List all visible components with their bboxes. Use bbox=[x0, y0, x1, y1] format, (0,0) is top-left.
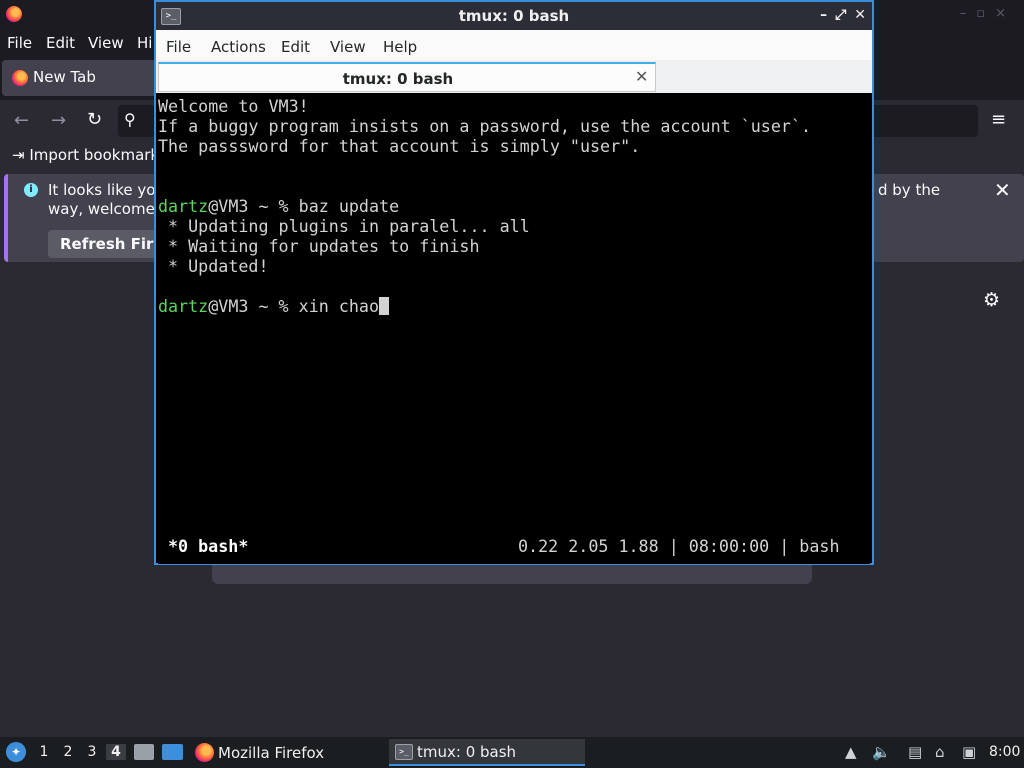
workspace-3[interactable]: 3 bbox=[82, 744, 102, 760]
firefox-logo-icon bbox=[6, 6, 22, 22]
taskbar-terminal-label: tmux: 0 bash bbox=[417, 743, 517, 761]
close-icon[interactable]: ✕ bbox=[994, 178, 1011, 202]
terminal-menu-edit[interactable]: Edit bbox=[281, 38, 310, 56]
maximize-icon[interactable]: ⤢ bbox=[835, 7, 846, 23]
clock[interactable]: 8:00 bbox=[989, 744, 1020, 760]
terminal-window-title: tmux: 0 bash bbox=[458, 7, 570, 25]
terminal-line: * Updated! bbox=[158, 256, 269, 276]
workspace-4[interactable]: 4 bbox=[106, 744, 126, 760]
taskbar-firefox[interactable]: Mozilla Firefox bbox=[192, 739, 382, 766]
prompt-command: @VM3 ~ % xin chao bbox=[208, 296, 380, 316]
workspace-1[interactable]: 1 bbox=[34, 744, 54, 760]
terminal-line: Welcome to VM3! bbox=[158, 96, 309, 116]
terminal-menu-file[interactable]: File bbox=[166, 38, 191, 56]
firefox-menu-edit[interactable]: Edit bbox=[46, 34, 75, 52]
terminal-menu-help[interactable]: Help bbox=[383, 38, 417, 56]
prompt-user: dartz bbox=[158, 196, 209, 216]
terminal-line: The passsword for that account is simply… bbox=[158, 136, 641, 156]
terminal-prompt-line: dartz@VM3 ~ % xin chao bbox=[158, 296, 390, 316]
import-bookmarks-label: Import bookmark bbox=[29, 146, 160, 164]
terminal-line: * Waiting for updates to finish bbox=[158, 236, 480, 256]
text-cursor bbox=[379, 297, 390, 315]
firefox-icon bbox=[195, 743, 214, 762]
prompt-command: @VM3 ~ % baz update bbox=[208, 196, 400, 216]
clipboard-icon[interactable]: ▤ bbox=[908, 743, 922, 761]
firefox-window-controls[interactable]: –▫× bbox=[960, 6, 1016, 21]
gear-icon[interactable]: ⚙ bbox=[983, 289, 1000, 311]
terminal-titlebar[interactable]: >_ tmux: 0 bash – ⤢ ✕ bbox=[156, 2, 872, 30]
terminal-screen[interactable]: Welcome to VM3! If a buggy program insis… bbox=[158, 94, 870, 564]
network-icon[interactable]: ⌂ bbox=[935, 743, 945, 761]
notifications-icon[interactable]: ▣ bbox=[962, 743, 976, 761]
terminal-tab-label: tmux: 0 bash bbox=[342, 70, 454, 88]
terminal-prompt-line: dartz@VM3 ~ % baz update bbox=[158, 196, 399, 216]
notice-text-right: d by the bbox=[878, 181, 941, 199]
start-menu-icon[interactable]: ✦ bbox=[6, 742, 26, 762]
terminal-window: >_ tmux: 0 bash – ⤢ ✕ File Actions Edit Vi… bbox=[154, 0, 874, 565]
firefox-tab-icon bbox=[12, 70, 28, 86]
firefox-menu-view[interactable]: View bbox=[88, 34, 124, 52]
terminal-menu-view[interactable]: View bbox=[330, 38, 366, 56]
minimize-icon[interactable]: – bbox=[820, 7, 827, 23]
forward-icon[interactable]: → bbox=[51, 110, 66, 131]
taskbar: ✦ 1 2 3 4 Mozilla Firefox >_ tmux: 0 bas… bbox=[0, 737, 1024, 768]
terminal-window-controls: – ⤢ ✕ bbox=[812, 7, 866, 23]
prompt-user: dartz bbox=[158, 296, 209, 316]
terminal-icon: >_ bbox=[395, 744, 413, 760]
reload-icon[interactable]: ↻ bbox=[87, 109, 102, 130]
close-icon[interactable]: ✕ bbox=[854, 7, 866, 23]
notice-text-line1: It looks like you bbox=[48, 181, 165, 199]
tmux-status-info: 0.22 2.05 1.88 | 08:00:00 | bash bbox=[518, 536, 840, 556]
terminal-tabbar: tmux: 0 bash ✕ bbox=[156, 60, 872, 93]
file-manager-icon[interactable] bbox=[134, 744, 154, 760]
taskbar-firefox-label: Mozilla Firefox bbox=[218, 744, 325, 762]
info-icon: i bbox=[24, 183, 38, 197]
tab-close-icon[interactable]: ✕ bbox=[635, 67, 648, 86]
taskbar-terminal[interactable]: >_ tmux: 0 bash bbox=[389, 739, 585, 766]
firefox-menu-file[interactable]: File bbox=[7, 34, 32, 52]
terminal-tab[interactable]: tmux: 0 bash ✕ bbox=[158, 62, 656, 92]
show-desktop-icon[interactable] bbox=[162, 744, 183, 760]
tmux-status-window: *0 bash* bbox=[168, 536, 249, 556]
volume-icon[interactable]: 🔈 bbox=[872, 743, 891, 761]
search-icon: ⚲ bbox=[124, 110, 136, 129]
import-bookmarks-link[interactable]: ⇥ Import bookmark bbox=[12, 146, 159, 164]
hamburger-menu-icon[interactable]: ≡ bbox=[991, 109, 1006, 130]
terminal-menubar: File Actions Edit View Help bbox=[156, 30, 872, 60]
firefox-menu-history[interactable]: Hi bbox=[137, 34, 152, 52]
terminal-line: If a buggy program insists on a password… bbox=[158, 116, 812, 136]
firefox-tab-new-tab[interactable]: New Tab bbox=[2, 60, 170, 96]
terminal-line: * Updating plugins in paralel... all bbox=[158, 216, 530, 236]
terminal-menu-actions[interactable]: Actions bbox=[211, 38, 266, 56]
updates-icon[interactable]: ▲ bbox=[845, 743, 857, 761]
notice-text-line2: way, welcome bbox=[48, 200, 155, 218]
firefox-tab-title: New Tab bbox=[33, 68, 96, 86]
workspace-2[interactable]: 2 bbox=[58, 744, 78, 760]
back-icon[interactable]: ← bbox=[14, 110, 29, 131]
